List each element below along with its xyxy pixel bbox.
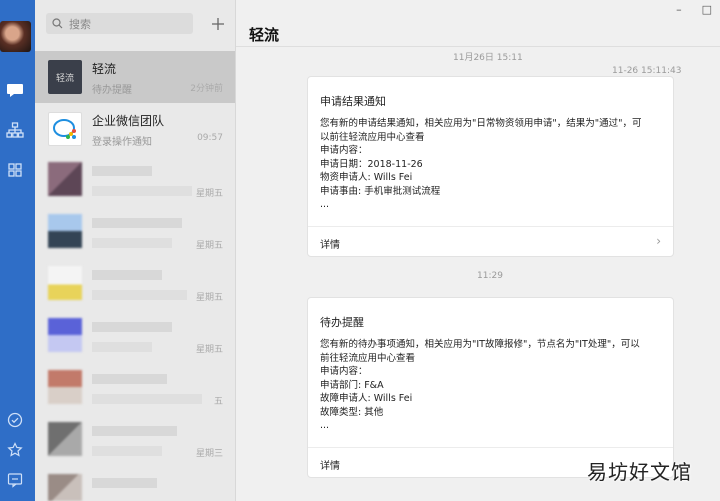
card-line: 申请内容： [320, 366, 368, 377]
card-line: 故障申请人: Wills Fei [320, 393, 413, 404]
search-row: 搜索 [35, 0, 235, 47]
conversation-title: 轻流 [92, 62, 117, 76]
blurred-title [92, 218, 182, 228]
blurred-preview [92, 342, 152, 352]
maximize-button[interactable]: □ [702, 3, 712, 16]
conversation-time: 星期五 [195, 189, 223, 199]
blurred-preview [92, 394, 202, 404]
window-controls: – □ [676, 3, 712, 16]
message-meta-time: 11-26 15:11:43 [612, 66, 682, 76]
conversation-item-blurred[interactable]: 五 [35, 364, 235, 416]
conversation-time: 2分钟前 [190, 84, 223, 94]
conversation-time: 五 [213, 397, 223, 407]
conversation-time: 星期五 [195, 241, 223, 251]
blurred-title [92, 166, 152, 176]
blurred-preview [92, 290, 187, 300]
card-body: 您有新的待办事项通知，相关应用为"IT故障报修"，节点名为"IT处理"，可以 前… [320, 338, 665, 433]
left-nav-rail [0, 0, 35, 501]
card-title: 待办提醒 [320, 316, 364, 329]
blurred-title [92, 478, 157, 488]
chat-panel: 轻流 – □ 11月26日 15:11 11-26 15:11:43 申请结果通… [236, 0, 720, 501]
chat-icon[interactable] [0, 78, 30, 102]
conversation-time: 星期五 [195, 293, 223, 303]
blurred-title [92, 374, 167, 384]
card-title: 申请结果通知 [320, 95, 386, 108]
message-card-application-result: 申请结果通知 您有新的申请结果通知，相关应用为"日常物资领用申请"，结果为"通过… [307, 76, 674, 257]
card-line: 前往轻流应用中心查看 [320, 352, 416, 364]
card-body: 您有新的申请结果通知，相关应用为"日常物资领用申请"，结果为"通过"，可 以前往… [320, 117, 665, 212]
card-line: 申请内容： [320, 145, 368, 156]
card-detail-link[interactable]: 详情 [320, 457, 340, 472]
conversation-item-blurred[interactable]: 星期五 [35, 156, 235, 208]
blurred-title [92, 322, 172, 332]
watermark-text: 易坊好文馆 [587, 460, 692, 484]
conversation-title: 企业微信团队 [92, 114, 165, 128]
app-window: 搜索 轻流 轻流 待办提醒 2分钟前 企业微信团队 登录操作通知 09:57 星… [0, 0, 720, 501]
conversation-item-blurred[interactable] [35, 468, 235, 501]
blurred-avatar [48, 266, 82, 300]
card-line: 您有新的待办事项通知，相关应用为"IT故障报修"，节点名为"IT处理"，可以 [320, 339, 640, 350]
blurred-avatar [48, 474, 82, 501]
blurred-avatar [48, 422, 82, 456]
conversation-item-qingliu[interactable]: 轻流 轻流 待办提醒 2分钟前 [35, 51, 235, 103]
card-line: 申请部门: F&A [320, 379, 384, 391]
blurred-avatar [48, 370, 82, 404]
conversation-time: 星期三 [195, 449, 223, 459]
timestamp-separator: 11月26日 15:11 [453, 53, 523, 63]
chevron-right-icon[interactable]: › [656, 234, 661, 248]
todo-icon[interactable] [0, 408, 30, 432]
blurred-avatar [48, 214, 82, 248]
favorites-icon[interactable] [0, 438, 30, 462]
add-icon[interactable] [209, 15, 227, 33]
blurred-title [92, 270, 162, 280]
card-line: ... [320, 199, 330, 210]
conversation-item-blurred[interactable]: 星期五 [35, 312, 235, 364]
qingliu-app-icon: 轻流 [48, 60, 82, 94]
minimize-button[interactable]: – [676, 3, 682, 16]
conversation-list: 搜索 轻流 轻流 待办提醒 2分钟前 企业微信团队 登录操作通知 09:57 星… [35, 0, 236, 501]
conversation-item-blurred[interactable]: 星期三 [35, 416, 235, 468]
conversation-preview: 登录操作通知 [92, 137, 152, 148]
card-divider [308, 447, 673, 448]
conversation-item-blurred[interactable]: 星期五 [35, 260, 235, 312]
blurred-preview [92, 446, 162, 456]
card-line: 物资申请人: Wills Fei [320, 172, 413, 183]
conversation-preview: 待办提醒 [92, 85, 132, 96]
blurred-preview [92, 238, 172, 248]
card-line: 以前往轻流应用中心查看 [320, 131, 425, 143]
card-detail-link[interactable]: 详情 [320, 236, 340, 251]
message-card-todo-reminder: 待办提醒 您有新的待办事项通知，相关应用为"IT故障报修"，节点名为"IT处理"… [307, 297, 674, 478]
blurred-preview [92, 186, 192, 196]
blurred-title [92, 426, 177, 436]
card-line: 申请日期：2018-11-26 [320, 158, 423, 170]
blurred-avatar [48, 318, 82, 352]
apps-icon[interactable] [0, 158, 30, 182]
timestamp-separator: 11:29 [477, 271, 503, 281]
card-line: ... [320, 420, 330, 431]
user-avatar[interactable] [0, 21, 31, 52]
qingliu-icon-text: 轻流 [55, 73, 74, 84]
feedback-icon[interactable] [0, 468, 30, 492]
card-line: 申请事由: 手机审批测试流程 [320, 185, 441, 197]
wework-app-icon [48, 112, 82, 146]
chat-title: 轻流 [249, 26, 280, 44]
chat-header: 轻流 – □ [236, 0, 720, 47]
conversation-time: 星期五 [195, 345, 223, 355]
conversation-item-wework-team[interactable]: 企业微信团队 登录操作通知 09:57 [35, 103, 235, 155]
search-placeholder: 搜索 [69, 17, 91, 31]
card-line: 您有新的申请结果通知，相关应用为"日常物资领用申请"，结果为"通过"，可 [320, 118, 642, 129]
blurred-avatar [48, 162, 82, 196]
conversation-item-blurred[interactable]: 星期五 [35, 208, 235, 260]
conversation-time: 09:57 [197, 133, 223, 143]
org-icon[interactable] [0, 118, 30, 142]
search-input[interactable]: 搜索 [46, 13, 193, 34]
card-line: 故障类型: 其他 [320, 406, 384, 418]
card-divider [308, 226, 673, 227]
search-icon [52, 18, 63, 29]
